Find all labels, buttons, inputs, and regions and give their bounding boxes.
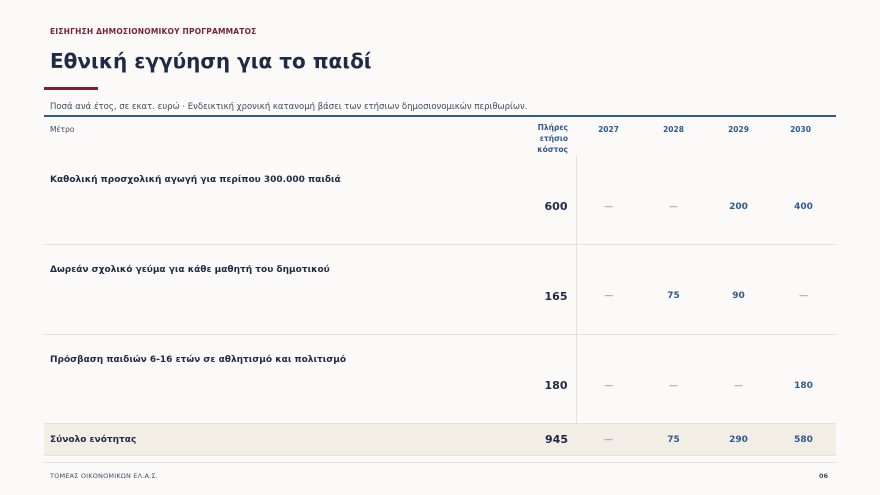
footer-organization: ΤΟΜΕΑΣ ΟΙΚΟΝΟΜΙΚΩΝ ΕΛ.Α.Σ.	[50, 472, 159, 480]
row-year-2028: —	[641, 334, 706, 424]
row-cost: 165	[532, 244, 577, 335]
total-measure: Σύνολο ενότητας	[44, 423, 532, 456]
row-year-2027: —	[576, 244, 641, 335]
row-year-2029: —	[706, 334, 771, 424]
row-measure: Δωρεάν σχολικό γεύμα για κάθε μαθητή του…	[44, 244, 532, 335]
total-year-2029: 290	[706, 423, 771, 456]
footer-rule	[44, 462, 836, 463]
table-total-row: Σύνολο ενότητας 945 — 75 290 580	[44, 423, 836, 456]
total-cost: 945	[532, 423, 576, 456]
row-measure: Καθολική προσχολική αγωγή για περίπου 30…	[44, 155, 532, 245]
table-row: Δωρεάν σχολικό γεύμα για κάθε μαθητή του…	[44, 244, 836, 335]
row-year-2028: —	[641, 155, 706, 245]
row-cost: 600	[532, 155, 577, 245]
title-underline	[44, 87, 98, 90]
row-year-2029: 200	[706, 155, 771, 245]
row-year-2028: 75	[641, 244, 706, 335]
page-number: 06	[818, 472, 828, 480]
row-year-2027: —	[576, 155, 641, 245]
row-year-2029: 90	[706, 244, 771, 335]
table-row: Καθολική προσχολική αγωγή για περίπου 30…	[44, 155, 836, 245]
kicker-label: ΕΙΣΗΓΗΣΗ ΔΗΜΟΣΙΟΝΟΜΙΚΟΥ ΠΡΟΓΡΑΜΜΑΤΟΣ	[50, 27, 257, 36]
page-subtitle: Ποσά ανά έτος, σε εκατ. ευρώ · Ενδεικτικ…	[50, 102, 528, 112]
header-year-2030: 2030	[790, 125, 811, 134]
header-cost: Πλήρες ετήσιο κόστος	[537, 123, 568, 154]
row-cost: 180	[532, 334, 577, 424]
header-year-2027: 2027	[598, 125, 619, 134]
table-row: Πρόσβαση παιδιών 6-16 ετών σε αθλητισμό …	[44, 334, 836, 424]
table-header-row: Μέτρο Πλήρες ετήσιο κόστος 2027 2028 202…	[44, 117, 836, 155]
row-measure: Πρόσβαση παιδιών 6-16 ετών σε αθλητισμό …	[44, 334, 532, 424]
total-year-2027: —	[576, 423, 641, 456]
budget-table: Μέτρο Πλήρες ετήσιο κόστος 2027 2028 202…	[44, 117, 836, 456]
row-year-2027: —	[576, 334, 641, 424]
total-year-2028: 75	[641, 423, 706, 456]
budget-table-container: Μέτρο Πλήρες ετήσιο κόστος 2027 2028 202…	[44, 115, 836, 456]
header-year-2029: 2029	[728, 125, 749, 134]
header-year-2028: 2028	[663, 125, 684, 134]
page-title: Εθνική εγγύηση για το παιδί	[50, 49, 372, 73]
row-year-2030: —	[771, 244, 836, 335]
header-measure: Μέτρο	[50, 125, 75, 134]
row-year-2030: 180	[771, 334, 836, 424]
total-year-2030: 580	[771, 423, 836, 456]
row-year-2030: 400	[771, 155, 836, 245]
